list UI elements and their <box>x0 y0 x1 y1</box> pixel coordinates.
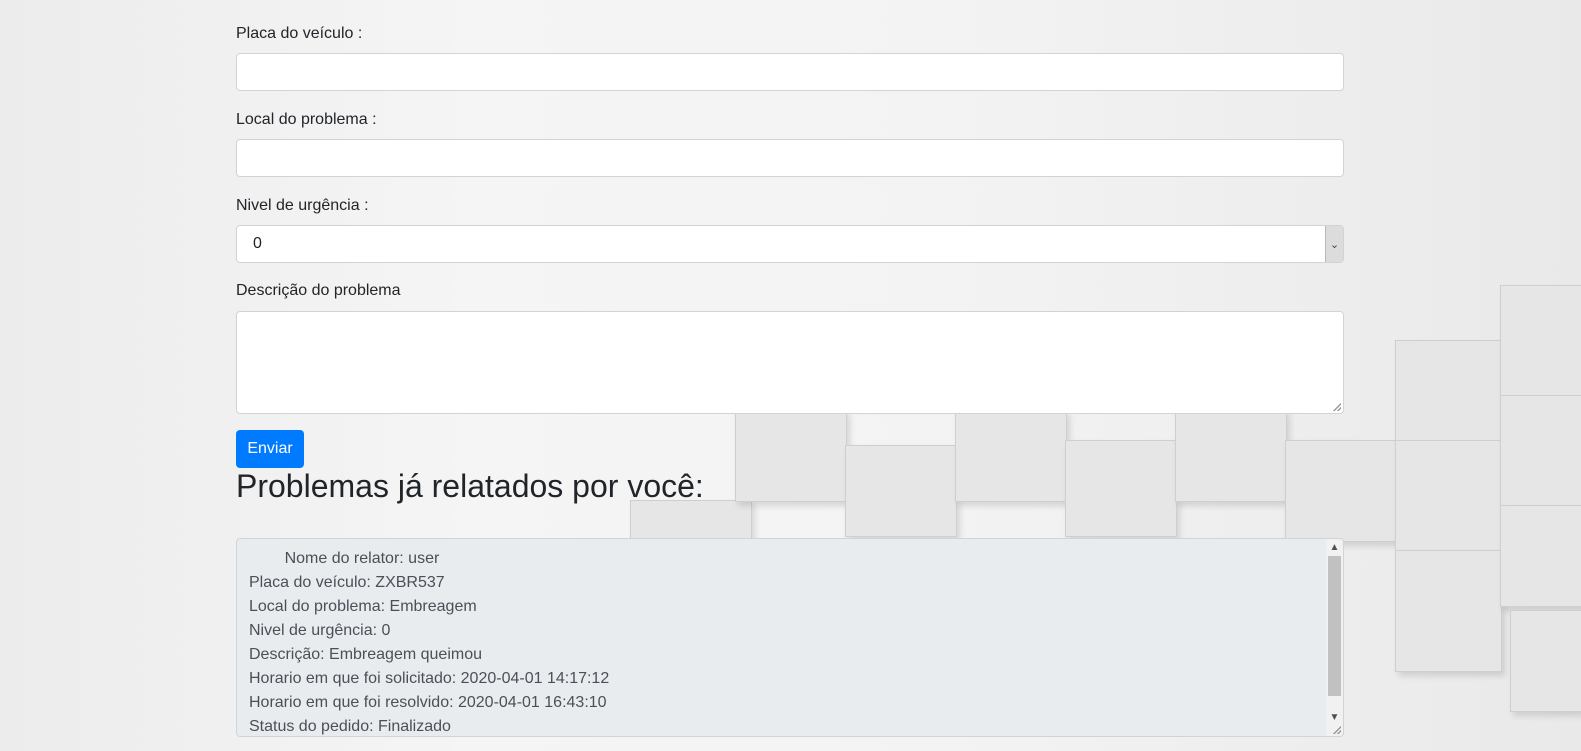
urgencia-select[interactable]: 0 ⌄ <box>236 225 1344 263</box>
descricao-label: Descrição do problema <box>236 282 401 299</box>
resize-handle-icon[interactable] <box>1333 726 1341 734</box>
scroll-down-arrow-icon[interactable]: ▼ <box>1326 709 1343 726</box>
resize-handle-icon[interactable] <box>1333 403 1341 411</box>
report-content: Nome do relator: user Placa do veículo: … <box>249 547 610 736</box>
reports-textarea[interactable]: Nome do relator: user Placa do veículo: … <box>236 538 1344 737</box>
scroll-up-arrow-icon[interactable]: ▲ <box>1326 539 1343 556</box>
urgencia-selected-value: 0 <box>253 235 262 252</box>
placa-input[interactable] <box>236 53 1344 91</box>
report-line-urgencia: Nivel de urgência: 0 <box>249 622 391 639</box>
local-label: Local do problema : <box>236 111 377 128</box>
chevron-down-icon[interactable]: ⌄ <box>1325 226 1343 262</box>
report-line-relator: Nome do relator: user <box>249 550 440 567</box>
report-scrollbar[interactable]: ▲ ▼ <box>1326 539 1343 736</box>
scroll-thumb[interactable] <box>1328 556 1341 696</box>
enviar-button[interactable]: Enviar <box>236 430 304 468</box>
local-input[interactable] <box>236 139 1344 177</box>
descricao-textarea[interactable] <box>236 311 1344 414</box>
report-line-placa: Placa do veículo: ZXBR537 <box>249 574 445 591</box>
report-line-descricao: Descrição: Embreagem queimou <box>249 646 482 663</box>
report-line-status: Status do pedido: Finalizado <box>249 718 451 735</box>
report-line-local: Local do problema: Embreagem <box>249 598 477 615</box>
report-line-resolvido: Horario em que foi resolvido: 2020-04-01… <box>249 694 607 711</box>
reports-heading: Problemas já relatados por você: <box>236 468 704 504</box>
urgencia-label: Nivel de urgência : <box>236 197 369 214</box>
placa-label: Placa do veículo : <box>236 25 363 42</box>
report-line-solicitado: Horario em que foi solicitado: 2020-04-0… <box>249 670 610 687</box>
